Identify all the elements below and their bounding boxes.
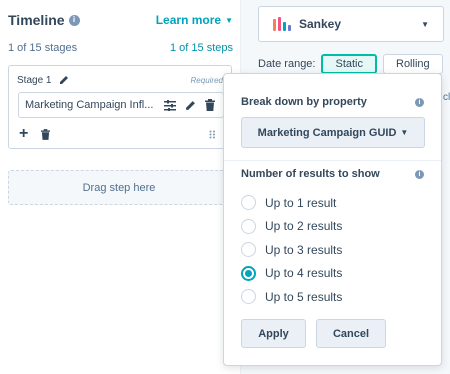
trash-icon[interactable] [38,127,52,141]
learn-more-label: Learn more [155,13,222,27]
step-text: Marketing Campaign Infl... [25,99,154,111]
apply-button[interactable]: Apply [241,319,306,348]
add-step-icon[interactable]: + [19,126,28,142]
drag-step-dropzone[interactable]: Drag step here [8,170,230,205]
step-row[interactable]: Marketing Campaign Infl... [18,92,224,118]
stage-card: Stage 1 Required Marketing Campaign Infl… [8,65,232,149]
trash-icon[interactable] [203,98,217,112]
learn-more-link[interactable]: Learn more ▼ [156,13,233,27]
timeline-title: Timeline i [8,12,80,28]
stage-footer: + [19,126,219,142]
filter-sliders-icon[interactable] [163,98,177,112]
timeline-title-text: Timeline [8,12,65,28]
radio-option-4[interactable]: Up to 4 results [241,262,342,286]
date-range-label: Date range: [258,58,316,70]
date-range-rolling-toggle[interactable]: Rolling [383,54,443,74]
radio-option-5[interactable]: Up to 5 results [241,285,342,309]
radio-button[interactable] [241,242,256,258]
visualization-label: Sankey [299,17,342,31]
date-range-static-toggle[interactable]: Static [321,54,377,74]
pencil-icon[interactable] [183,98,197,112]
visualization-select[interactable]: Sankey ▼ [258,6,444,42]
breakdown-title: Break down by property [241,96,367,108]
radio-option-3[interactable]: Up to 3 results [241,238,342,262]
radio-label: Up to 1 result [265,195,337,210]
breakdown-popover: Break down by property i Marketing Campa… [223,73,442,366]
radio-button[interactable] [241,289,256,305]
timeline-header: Timeline i Learn more ▼ [8,10,233,30]
cancel-button[interactable]: Cancel [316,319,386,348]
property-select[interactable]: Marketing Campaign GUID ▼ [241,117,425,148]
stage-header: Stage 1 Required [17,73,223,87]
required-label: Required [190,75,223,85]
counts-row: 1 of 15 stages 1 of 15 steps [8,42,233,54]
date-range-row: Date range: Static Rolling [258,53,450,75]
timeline-panel: Timeline i Learn more ▼ 1 of 15 stages 1… [0,0,240,374]
radio-label: Up to 2 results [265,219,343,234]
radio-label: Up to 5 results [265,289,343,304]
pencil-icon[interactable] [57,73,71,87]
radio-option-1[interactable]: Up to 1 result [241,191,342,215]
stage-label-text: Stage 1 [17,74,52,86]
steps-count: 1 of 15 steps [170,42,233,54]
info-icon[interactable]: i [415,98,424,107]
clipped-text: clu [443,92,450,103]
radio-button[interactable] [241,195,256,211]
chevron-down-icon: ▼ [421,19,429,29]
info-icon[interactable]: i [68,14,80,26]
radio-label: Up to 4 results [265,266,343,281]
divider [224,160,441,161]
results-title: Number of results to show [241,168,380,180]
sankey-chart-icon [273,17,291,31]
radio-label: Up to 3 results [265,242,343,257]
stage-actions: + [19,126,52,142]
chevron-down-icon: ▼ [225,15,233,25]
drag-step-label: Drag step here [82,181,156,194]
info-icon[interactable]: i [415,170,424,179]
radio-option-2[interactable]: Up to 2 results [241,215,342,239]
stages-count: 1 of 15 stages [8,42,78,54]
drag-handle-icon[interactable] [205,127,219,141]
property-select-value: Marketing Campaign GUID [257,126,397,139]
radio-button[interactable] [241,218,256,234]
results-radio-group: Up to 1 result Up to 2 results Up to 3 r… [241,191,342,309]
radio-button-selected[interactable] [241,265,256,281]
chevron-down-icon: ▼ [400,128,409,137]
stage-label: Stage 1 [17,73,71,87]
